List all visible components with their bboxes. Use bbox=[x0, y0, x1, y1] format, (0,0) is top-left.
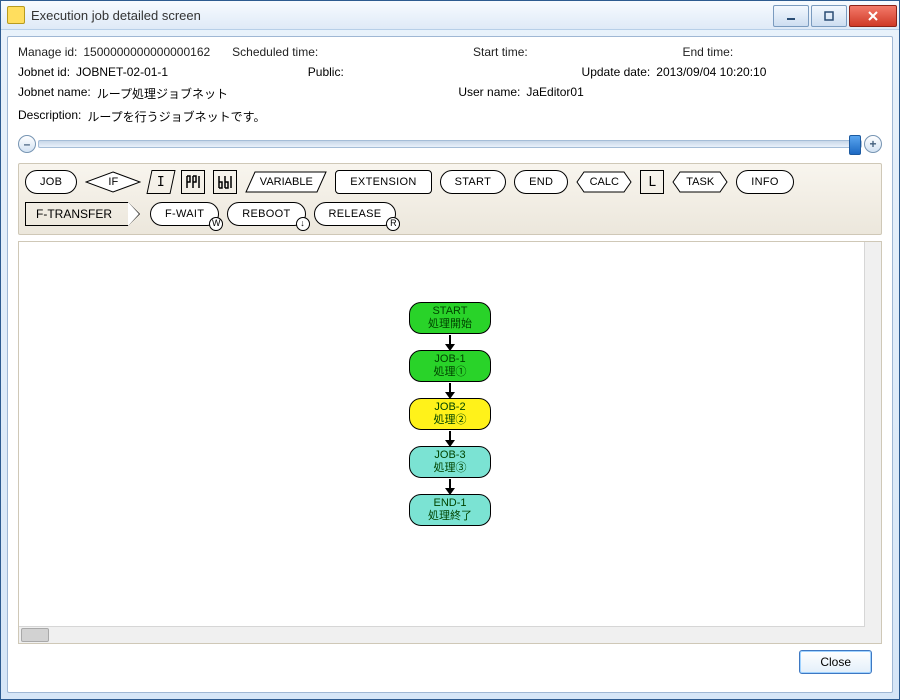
reboot-badge-icon: ↓ bbox=[296, 217, 310, 231]
flow-arrow-icon bbox=[449, 335, 451, 349]
main-panel: Manage id: 1500000000000000162 Scheduled… bbox=[7, 36, 893, 693]
minus-icon: – bbox=[24, 137, 31, 151]
app-icon bbox=[7, 6, 25, 24]
tool-start[interactable]: START bbox=[440, 170, 507, 194]
label-end-time: End time: bbox=[683, 45, 734, 59]
tool-if-label: IF bbox=[108, 176, 118, 188]
value-user-name: JaEditor01 bbox=[526, 85, 882, 102]
value-update-date: 2013/09/04 10:20:10 bbox=[656, 65, 882, 79]
minimize-button[interactable] bbox=[773, 5, 809, 27]
meta-row-4: Description: ループを行うジョブネットです。 bbox=[18, 108, 882, 125]
tool-extension[interactable]: EXTENSION bbox=[335, 170, 431, 194]
flow-canvas-wrap: START処理開始 JOB-1処理① JOB-2処理② JOB-3処理③ END… bbox=[18, 241, 882, 644]
label-scheduled-time: Scheduled time: bbox=[232, 45, 318, 59]
flow-arrow-icon bbox=[449, 431, 451, 445]
slider-track[interactable] bbox=[38, 140, 862, 148]
zoom-out-button[interactable]: – bbox=[18, 135, 36, 153]
zoom-slider[interactable]: – + bbox=[18, 135, 882, 153]
label-jobnet-name: Jobnet name: bbox=[18, 85, 91, 102]
tool-task[interactable]: TASK bbox=[672, 171, 728, 193]
tool-reboot-label: REBOOT bbox=[242, 208, 290, 220]
meta-row-3: Jobnet name: ループ処理ジョブネット User name: JaEd… bbox=[18, 85, 882, 102]
node-palette: JOB IF I VARIABLE EXTENSION START END CA… bbox=[18, 163, 882, 235]
value-scheduled-time bbox=[324, 45, 467, 59]
slider-thumb[interactable] bbox=[849, 135, 861, 155]
label-jobnet-id: Jobnet id: bbox=[18, 65, 70, 79]
hscroll-thumb[interactable] bbox=[21, 628, 49, 642]
value-jobnet-id: JOBNET-02-01-1 bbox=[76, 65, 302, 79]
titlebar[interactable]: Execution job detailed screen bbox=[1, 1, 899, 30]
window: Execution job detailed screen Manage id:… bbox=[0, 0, 900, 700]
vertical-scrollbar[interactable] bbox=[864, 242, 881, 627]
footer: Close bbox=[18, 644, 882, 674]
node-end-1[interactable]: END-1処理終了 bbox=[409, 494, 491, 526]
meta-row-1: Manage id: 1500000000000000162 Scheduled… bbox=[18, 45, 882, 59]
tool-fwait-label: F-WAIT bbox=[165, 208, 204, 220]
tool-task-label: TASK bbox=[686, 176, 714, 188]
plus-icon: + bbox=[869, 137, 876, 151]
tool-calc-label: CALC bbox=[590, 176, 619, 188]
label-update-date: Update date: bbox=[582, 65, 651, 79]
tool-m1-icon[interactable] bbox=[181, 170, 205, 194]
tool-end[interactable]: END bbox=[514, 170, 568, 194]
flow-canvas[interactable]: START処理開始 JOB-1処理① JOB-2処理② JOB-3処理③ END… bbox=[19, 242, 881, 643]
node-job-3[interactable]: JOB-3処理③ bbox=[409, 446, 491, 478]
tool-info[interactable]: INFO bbox=[736, 170, 793, 194]
value-start-time bbox=[534, 45, 677, 59]
value-end-time bbox=[739, 45, 882, 59]
zoom-in-button[interactable]: + bbox=[864, 135, 882, 153]
label-public: Public: bbox=[308, 65, 344, 79]
flow-arrow-icon bbox=[449, 383, 451, 397]
node-start[interactable]: START処理開始 bbox=[409, 302, 491, 334]
flow-arrow-icon bbox=[449, 479, 451, 493]
tool-release-label: RELEASE bbox=[329, 208, 382, 220]
node-job-1[interactable]: JOB-1処理① bbox=[409, 350, 491, 382]
tool-variable-label: VARIABLE bbox=[260, 176, 313, 188]
value-jobnet-name: ループ処理ジョブネット bbox=[97, 85, 453, 102]
tool-if[interactable]: IF bbox=[85, 171, 141, 193]
value-manage-id: 1500000000000000162 bbox=[83, 45, 226, 59]
close-button[interactable]: Close bbox=[799, 650, 872, 674]
tool-fwait[interactable]: F-WAIT W bbox=[150, 202, 219, 226]
label-description: Description: bbox=[18, 108, 81, 125]
value-public bbox=[350, 65, 576, 79]
tool-variable[interactable]: VARIABLE bbox=[245, 171, 327, 193]
tool-ftransfer[interactable]: F-TRANSFER bbox=[25, 202, 128, 226]
maximize-button[interactable] bbox=[811, 5, 847, 27]
tool-i-icon[interactable]: I bbox=[147, 170, 176, 194]
tool-l-icon[interactable]: L bbox=[640, 170, 664, 194]
release-badge-icon: R bbox=[386, 217, 400, 231]
tool-reboot[interactable]: REBOOT ↓ bbox=[227, 202, 305, 226]
horizontal-scrollbar[interactable] bbox=[19, 626, 865, 643]
window-title: Execution job detailed screen bbox=[31, 8, 771, 23]
fwait-badge-icon: W bbox=[209, 217, 223, 231]
tool-job[interactable]: JOB bbox=[25, 170, 77, 194]
label-start-time: Start time: bbox=[473, 45, 528, 59]
scroll-corner bbox=[865, 627, 881, 643]
tool-release[interactable]: RELEASE R bbox=[314, 202, 397, 226]
flow-column: START処理開始 JOB-1処理① JOB-2処理② JOB-3処理③ END… bbox=[409, 302, 491, 526]
meta-row-2: Jobnet id: JOBNET-02-01-1 Public: Update… bbox=[18, 65, 882, 79]
window-controls bbox=[771, 5, 897, 25]
window-close-button[interactable] bbox=[849, 5, 897, 27]
tool-ftransfer-label: F-TRANSFER bbox=[36, 207, 112, 221]
node-job-2[interactable]: JOB-2処理② bbox=[409, 398, 491, 430]
value-description: ループを行うジョブネットです。 bbox=[87, 108, 478, 125]
tool-calc[interactable]: CALC bbox=[576, 171, 632, 193]
label-manage-id: Manage id: bbox=[18, 45, 77, 59]
label-user-name: User name: bbox=[458, 85, 520, 102]
tool-m2-icon[interactable] bbox=[213, 170, 237, 194]
